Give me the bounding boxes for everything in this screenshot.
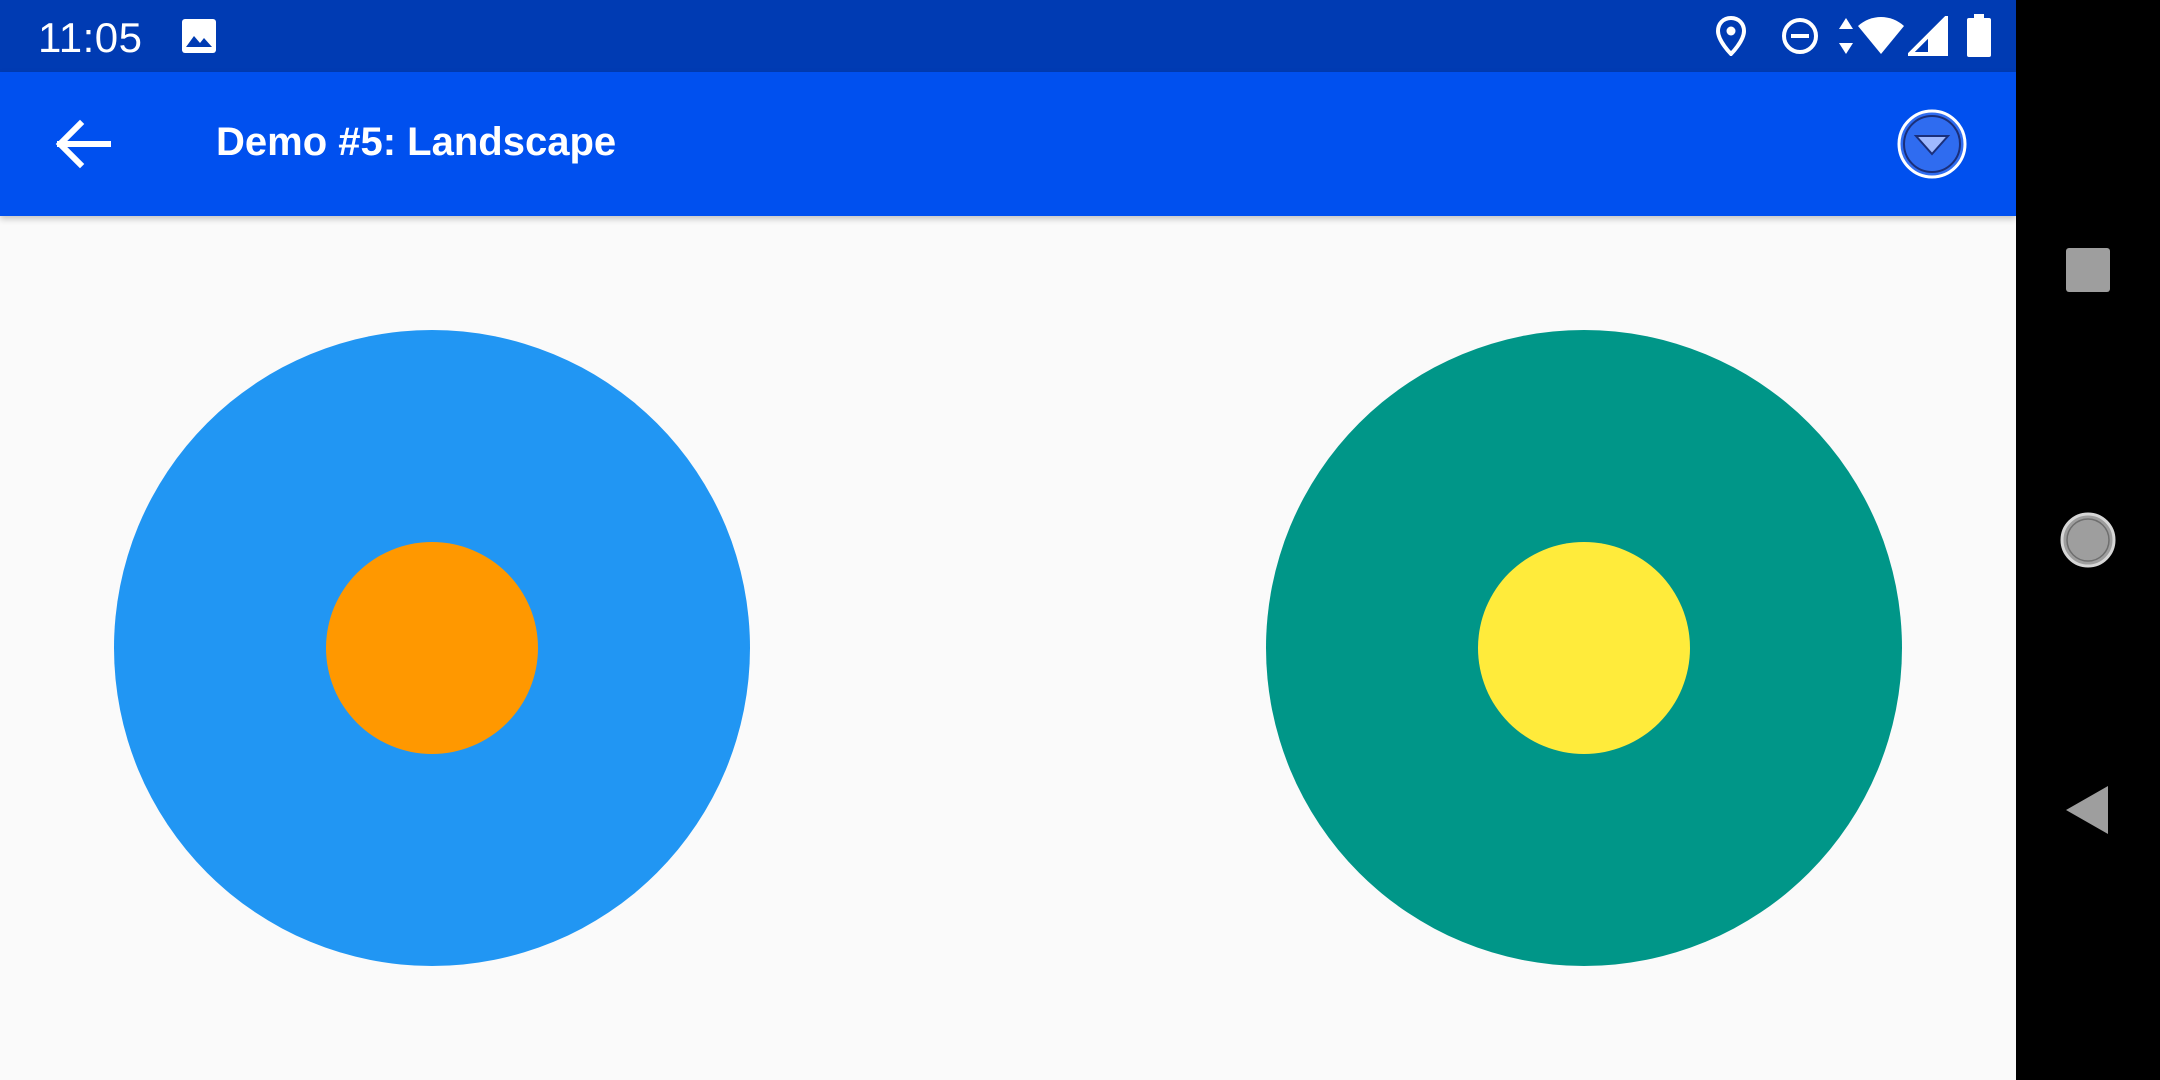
status-time: 11:05 (38, 14, 143, 61)
battery-icon (1967, 14, 1991, 57)
app-bar: Demo #5: Landscape (0, 72, 2016, 216)
left-inner-circle (326, 542, 538, 754)
status-bar: 11:05 (0, 0, 2016, 72)
navigation-bar (2016, 0, 2160, 1080)
home-icon (2060, 512, 2116, 568)
page-title: Demo #5: Landscape (216, 120, 617, 164)
wifi-icon (1858, 17, 1904, 54)
back-button[interactable] (40, 106, 128, 182)
recents-button[interactable] (2052, 234, 2124, 306)
dropdown-circle-icon (1897, 109, 1967, 179)
dropdown-button[interactable] (1894, 106, 1970, 182)
right-inner-circle (1478, 542, 1690, 754)
location-icon (1716, 16, 1746, 56)
home-button[interactable] (2052, 504, 2124, 576)
back-triangle-icon (2066, 786, 2108, 834)
image-icon (182, 19, 216, 53)
data-arrows-icon (1839, 18, 1853, 54)
recents-icon (2066, 248, 2110, 292)
nav-back-button[interactable] (2052, 774, 2124, 846)
cell-signal-icon (1908, 16, 1948, 56)
screen: 11:05 Demo #5: Landscape (0, 0, 2160, 1080)
do-not-disturb-icon (1782, 18, 1818, 54)
content-area (0, 216, 2016, 1080)
arrow-back-icon (55, 119, 111, 169)
